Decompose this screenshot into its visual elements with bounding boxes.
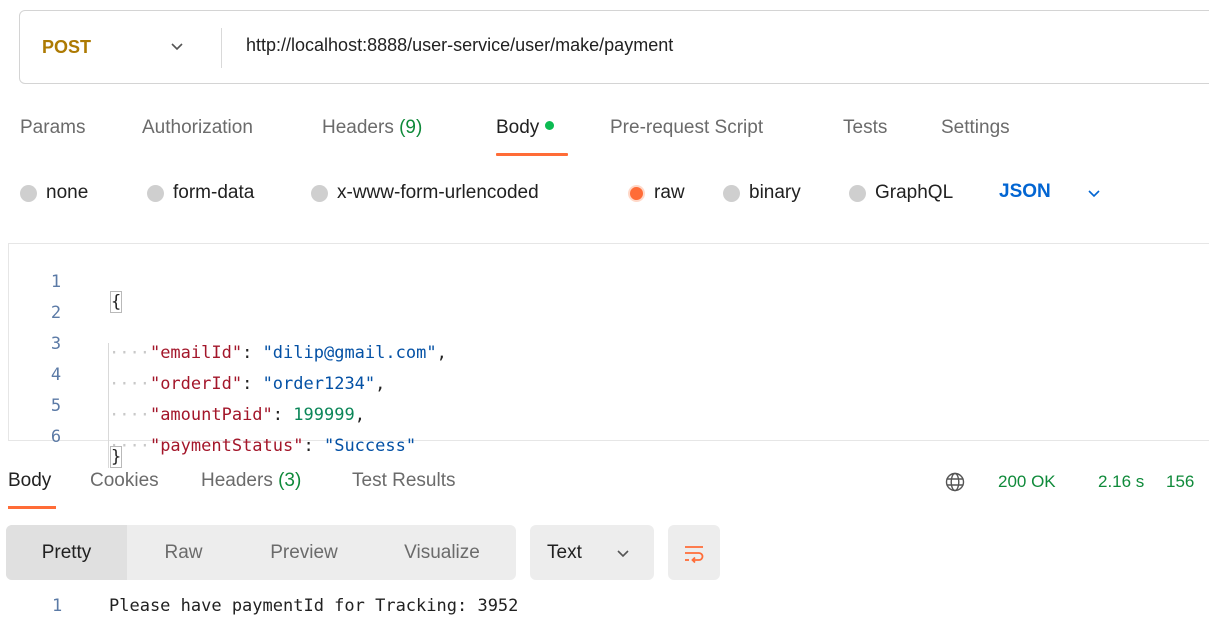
active-tab-indicator (496, 153, 568, 156)
code-line: 6 } (9, 407, 123, 468)
tab-authorization[interactable]: Authorization (142, 117, 253, 139)
radio-circle (311, 184, 328, 202)
tab-params[interactable]: Params (20, 117, 85, 139)
radio-binary[interactable]: binary (723, 182, 801, 204)
radio-urlencoded-label: x-www-form-urlencoded (337, 182, 539, 203)
line-number: 6 (50, 427, 62, 447)
radio-binary-label: binary (749, 182, 801, 203)
response-time[interactable]: 2.16 s (1098, 472, 1144, 492)
response-tab-cookies[interactable]: Cookies (90, 470, 159, 492)
globe-icon[interactable] (945, 472, 965, 492)
tab-headers-label: Headers (322, 117, 394, 138)
code-line: 2 ····"emailId": "dilip@gmail.com", (9, 283, 447, 375)
view-raw-button[interactable]: Raw (127, 525, 240, 580)
body-format-select[interactable]: JSON (999, 181, 1051, 203)
radio-circle (20, 184, 37, 202)
whitespace-marker: ···· (109, 405, 150, 425)
json-string: "dilip@gmail.com" (262, 343, 437, 363)
request-url-bar: POST http://localhost:8888/user-service/… (19, 10, 1209, 84)
radio-circle-checked (628, 184, 645, 202)
radio-graphql[interactable]: GraphQL (849, 182, 953, 204)
json-string: "Success" (323, 436, 417, 456)
tab-headers-count: (9) (399, 117, 423, 138)
code-line: 5 ····"paymentStatus": "Success" (9, 376, 416, 468)
json-comma: , (436, 343, 447, 363)
chevron-down-icon (617, 550, 629, 558)
response-tab-headers[interactable]: Headers (3) (201, 470, 301, 492)
response-format-label: Text (547, 542, 582, 563)
radio-circle (723, 184, 740, 202)
radio-urlencoded[interactable]: x-www-form-urlencoded (311, 182, 539, 204)
code-line: 4 ····"amountPaid": 199999, (9, 345, 365, 437)
response-tab-headers-label: Headers (201, 470, 273, 491)
response-tab-body[interactable]: Body (8, 470, 51, 492)
json-comma: , (375, 374, 386, 394)
body-indicator-dot (545, 121, 555, 131)
tab-body[interactable]: Body (496, 117, 555, 139)
tab-headers[interactable]: Headers (9) (322, 117, 422, 139)
json-number: 199999 (293, 405, 355, 425)
response-tab-headers-count: (3) (278, 470, 302, 491)
radio-circle (147, 184, 164, 202)
code-line: 1 { (9, 252, 123, 313)
json-comma: , (354, 405, 365, 425)
wrap-lines-button[interactable] (668, 525, 720, 580)
json-key: "orderId" (149, 374, 243, 394)
radio-form-data-label: form-data (173, 182, 255, 203)
tab-prerequest-script[interactable]: Pre-request Script (610, 117, 763, 139)
json-separator: : (303, 436, 324, 456)
active-tab-indicator (8, 506, 56, 509)
response-size[interactable]: 156 (1166, 472, 1194, 492)
json-key: "emailId" (149, 343, 243, 363)
wrap-lines-icon (685, 546, 704, 564)
close-brace: } (109, 446, 123, 468)
line-number: 1 (52, 596, 63, 616)
radio-none-label: none (46, 182, 89, 203)
response-view-switcher: Pretty Raw Preview Visualize (6, 525, 516, 580)
tab-tests[interactable]: Tests (843, 117, 887, 139)
radio-form-data[interactable]: form-data (147, 182, 254, 204)
tab-body-label: Body (496, 117, 540, 138)
response-status[interactable]: 200 OK (998, 472, 1056, 492)
whitespace-marker: ···· (109, 374, 150, 394)
json-key: "paymentStatus" (149, 436, 304, 456)
body-editor[interactable]: 1 { 2 ····"emailId": "dilip@gmail.com", … (8, 243, 1209, 468)
open-brace: { (109, 291, 123, 313)
radio-graphql-label: GraphQL (875, 182, 954, 203)
method-select[interactable]: POST (42, 37, 91, 58)
chevron-down-icon[interactable] (170, 39, 184, 53)
json-key: "amountPaid" (149, 405, 273, 425)
response-format-select[interactable]: Text (530, 525, 654, 580)
radio-circle (849, 184, 866, 202)
code-line: 3 ····"orderId": "order1234", (9, 314, 385, 406)
view-visualize-button[interactable]: Visualize (368, 525, 516, 580)
radio-none[interactable]: none (20, 182, 88, 204)
json-separator: : (242, 343, 263, 363)
whitespace-marker: ···· (109, 343, 150, 363)
json-separator: : (242, 374, 263, 394)
divider (221, 28, 222, 68)
url-input[interactable]: http://localhost:8888/user-service/user/… (246, 35, 673, 56)
json-string: "order1234" (262, 374, 376, 394)
chevron-down-icon[interactable] (1087, 186, 1101, 200)
response-body-text[interactable]: Please have paymentId for Tracking: 3952 (109, 596, 518, 616)
json-separator: : (272, 405, 294, 425)
response-tab-test-results[interactable]: Test Results (352, 470, 455, 492)
tab-settings[interactable]: Settings (941, 117, 1010, 139)
view-pretty-button[interactable]: Pretty (6, 525, 127, 580)
view-preview-button[interactable]: Preview (240, 525, 368, 580)
radio-raw[interactable]: raw (628, 182, 685, 204)
radio-raw-label: raw (654, 182, 685, 203)
